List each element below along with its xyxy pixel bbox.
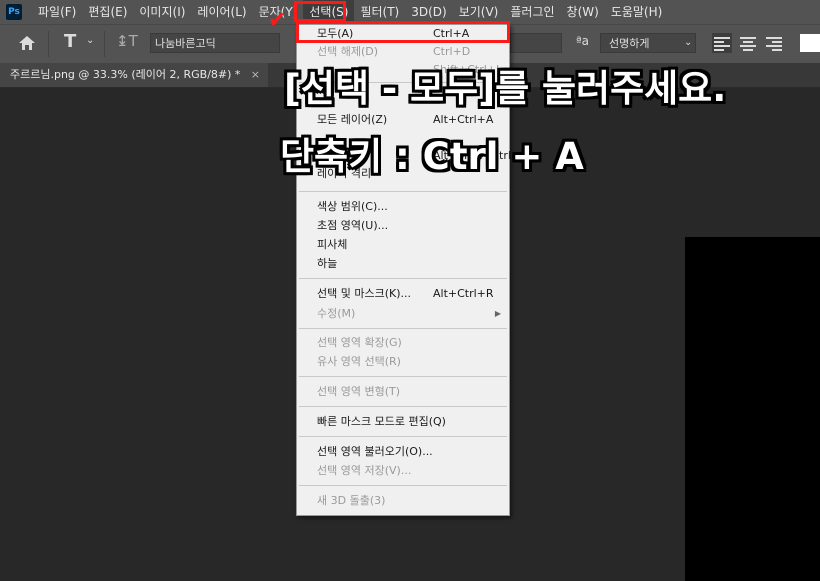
menu-item-sky[interactable]: 하늘: [297, 255, 509, 273]
align-right-icon[interactable]: [766, 35, 782, 51]
menu-item-select-and-mask[interactable]: 선택 및 마스크(K)... Alt+Ctrl+R: [297, 285, 509, 303]
menu-plugins[interactable]: 플러그인: [504, 0, 560, 24]
menu-window[interactable]: 창(W): [561, 0, 605, 24]
document-tab-title: 주르르님.png @ 33.3% (레이어 2, RGB/8#) *: [10, 68, 241, 81]
menu-item-new-3d-extrusion[interactable]: 새 3D 돌출(3): [297, 492, 509, 510]
photoshop-logo-icon: Ps: [6, 4, 22, 20]
menu-image[interactable]: 이미지(I): [133, 0, 191, 24]
antialias-icon: ªa: [576, 34, 590, 48]
font-size-select[interactable]: [510, 33, 562, 53]
menu-item-grow[interactable]: 선택 영역 확장(G): [297, 334, 509, 352]
align-left-icon[interactable]: [712, 33, 732, 53]
menu-item-save-selection[interactable]: 선택 영역 저장(V)...: [297, 462, 509, 480]
caption-line-2: 단축키 : Ctrl + A: [280, 135, 584, 178]
text-color-swatch[interactable]: [800, 34, 820, 52]
menu-item-modify[interactable]: 수정(M) ▶: [297, 305, 509, 323]
menu-item-quick-mask[interactable]: 빠른 마스크 모드로 편집(Q): [297, 413, 509, 431]
chevron-down-icon[interactable]: ⌄: [86, 35, 94, 46]
antialias-select[interactable]: 선명하게: [600, 33, 696, 53]
type-tool-icon[interactable]: T: [64, 31, 76, 52]
text-orientation-icon[interactable]: ↨T: [116, 32, 138, 50]
chevron-down-icon[interactable]: ⌄: [684, 37, 692, 48]
menu-layer[interactable]: 레이어(L): [191, 0, 252, 24]
menu-item-transform-selection[interactable]: 선택 영역 변형(T): [297, 383, 509, 401]
close-icon[interactable]: ×: [251, 63, 260, 87]
menu-item-similar[interactable]: 유사 영역 선택(R): [297, 353, 509, 371]
menu-item-focus-area[interactable]: 초점 영역(U)...: [297, 217, 509, 235]
menu-edit[interactable]: 편집(E): [82, 0, 133, 24]
checkmark-icon: ✔: [268, 8, 287, 33]
highlight-select-menu: [294, 1, 346, 22]
menu-item-load-selection[interactable]: 선택 영역 불러오기(O)...: [297, 443, 509, 461]
canvas-image[interactable]: [685, 237, 820, 581]
document-tab[interactable]: 주르르님.png @ 33.3% (레이어 2, RGB/8#) * ×: [0, 63, 268, 87]
caption-line-1: [선택 - 모두]를 눌러주세요.: [284, 67, 727, 110]
menu-help[interactable]: 도움말(H): [605, 0, 669, 24]
chevron-right-icon: ▶: [494, 309, 501, 318]
home-icon[interactable]: [18, 35, 36, 51]
align-center-icon[interactable]: [740, 35, 756, 51]
highlight-all-item: [296, 21, 510, 43]
menu-item-subject[interactable]: 피사체: [297, 236, 509, 254]
font-family-select[interactable]: 나눔바른고딕: [150, 33, 280, 53]
menu-item-color-range[interactable]: 색상 범위(C)...: [297, 198, 509, 216]
menu-file[interactable]: 파일(F): [32, 0, 82, 24]
